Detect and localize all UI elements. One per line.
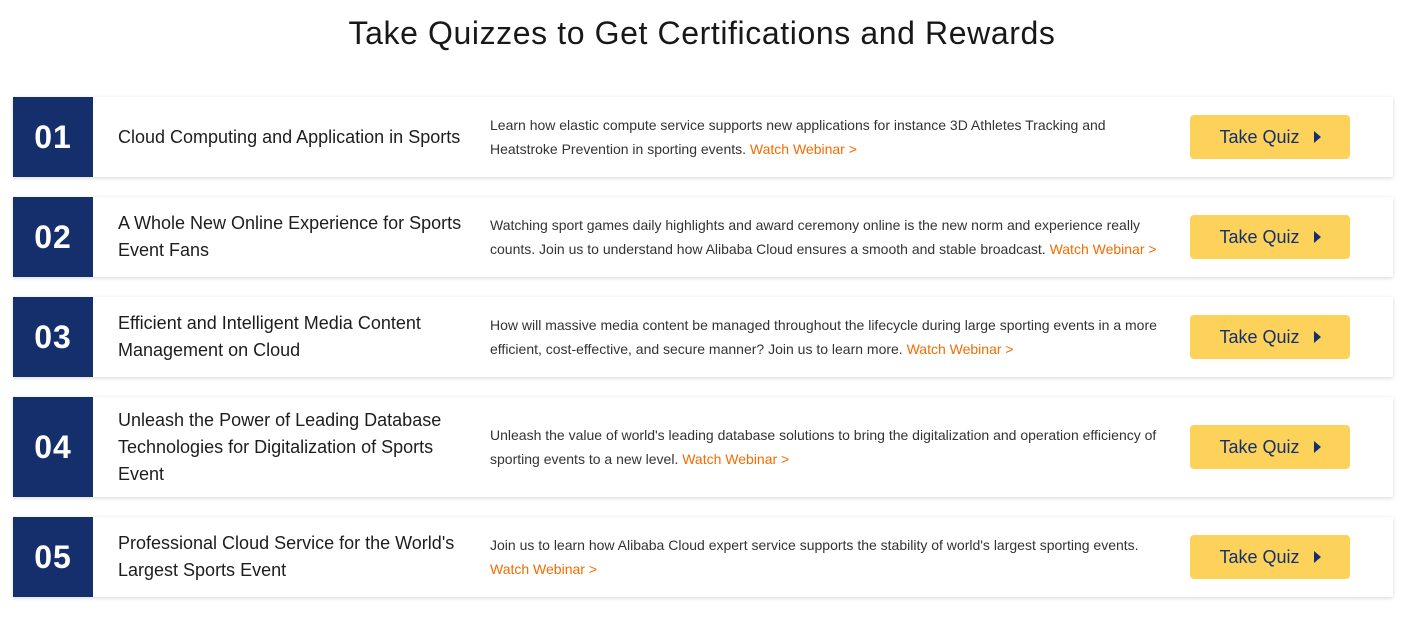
quiz-card-02: 02 A Whole New Online Experience for Spo… bbox=[13, 197, 1393, 277]
take-quiz-label: Take Quiz bbox=[1219, 126, 1300, 147]
take-quiz-label: Take Quiz bbox=[1219, 226, 1300, 247]
watch-webinar-link[interactable]: Watch Webinar > bbox=[682, 451, 789, 467]
quiz-button-wrap: Take Quiz bbox=[1170, 97, 1393, 177]
quiz-card-01: 01 Cloud Computing and Application in Sp… bbox=[13, 97, 1393, 177]
caret-right-icon bbox=[1313, 441, 1321, 453]
take-quiz-button[interactable]: Take Quiz bbox=[1190, 425, 1350, 469]
caret-right-icon bbox=[1313, 331, 1321, 343]
quiz-description: How will massive media content be manage… bbox=[468, 297, 1170, 377]
take-quiz-label: Take Quiz bbox=[1219, 326, 1300, 347]
quiz-description-text: Watching sport games daily highlights an… bbox=[490, 217, 1141, 257]
quiz-card-04: 04 Unleash the Power of Leading Database… bbox=[13, 397, 1393, 497]
caret-right-icon bbox=[1313, 551, 1321, 563]
take-quiz-button[interactable]: Take Quiz bbox=[1190, 215, 1350, 259]
quiz-title: Efficient and Intelligent Media Content … bbox=[118, 313, 421, 360]
quiz-number: 04 bbox=[13, 397, 93, 497]
quiz-button-wrap: Take Quiz bbox=[1170, 397, 1393, 497]
quiz-title: Cloud Computing and Application in Sport… bbox=[118, 126, 461, 147]
quiz-description-text: Unleash the value of world's leading dat… bbox=[490, 427, 1157, 467]
quiz-card-03: 03 Efficient and Intelligent Media Conte… bbox=[13, 297, 1393, 377]
page-title: Take Quizzes to Get Certifications and R… bbox=[348, 15, 1056, 51]
quiz-button-wrap: Take Quiz bbox=[1170, 297, 1393, 377]
take-quiz-button[interactable]: Take Quiz bbox=[1190, 535, 1350, 579]
quiz-description: Watching sport games daily highlights an… bbox=[468, 197, 1170, 277]
take-quiz-label: Take Quiz bbox=[1219, 436, 1300, 457]
quiz-button-wrap: Take Quiz bbox=[1170, 517, 1393, 597]
quiz-description: Unleash the value of world's leading dat… bbox=[468, 397, 1170, 497]
take-quiz-button[interactable]: Take Quiz bbox=[1190, 315, 1350, 359]
quiz-button-wrap: Take Quiz bbox=[1170, 197, 1393, 277]
watch-webinar-link[interactable]: Watch Webinar > bbox=[907, 341, 1014, 357]
quiz-description-text: Join us to learn how Alibaba Cloud exper… bbox=[490, 537, 1139, 553]
quiz-title: A Whole New Online Experience for Sports… bbox=[118, 213, 462, 260]
quiz-number: 01 bbox=[13, 97, 93, 177]
take-quiz-button[interactable]: Take Quiz bbox=[1190, 115, 1350, 159]
watch-webinar-link[interactable]: Watch Webinar > bbox=[1050, 241, 1157, 257]
quiz-description-text: How will massive media content be manage… bbox=[490, 317, 1157, 357]
quiz-number: 05 bbox=[13, 517, 93, 597]
quiz-title: Unleash the Power of Leading Database Te… bbox=[118, 409, 442, 484]
quiz-list: 01 Cloud Computing and Application in Sp… bbox=[13, 97, 1393, 617]
take-quiz-label: Take Quiz bbox=[1219, 546, 1300, 567]
quiz-number: 02 bbox=[13, 197, 93, 277]
quiz-description: Join us to learn how Alibaba Cloud exper… bbox=[468, 517, 1170, 597]
quiz-number: 03 bbox=[13, 297, 93, 377]
caret-right-icon bbox=[1313, 231, 1321, 243]
quiz-title: Professional Cloud Service for the World… bbox=[118, 533, 455, 580]
quiz-card-05: 05 Professional Cloud Service for the Wo… bbox=[13, 517, 1393, 597]
caret-right-icon bbox=[1313, 131, 1321, 143]
quiz-description: Learn how elastic compute service suppor… bbox=[468, 97, 1170, 177]
watch-webinar-link[interactable]: Watch Webinar > bbox=[490, 561, 597, 577]
watch-webinar-link[interactable]: Watch Webinar > bbox=[750, 141, 857, 157]
